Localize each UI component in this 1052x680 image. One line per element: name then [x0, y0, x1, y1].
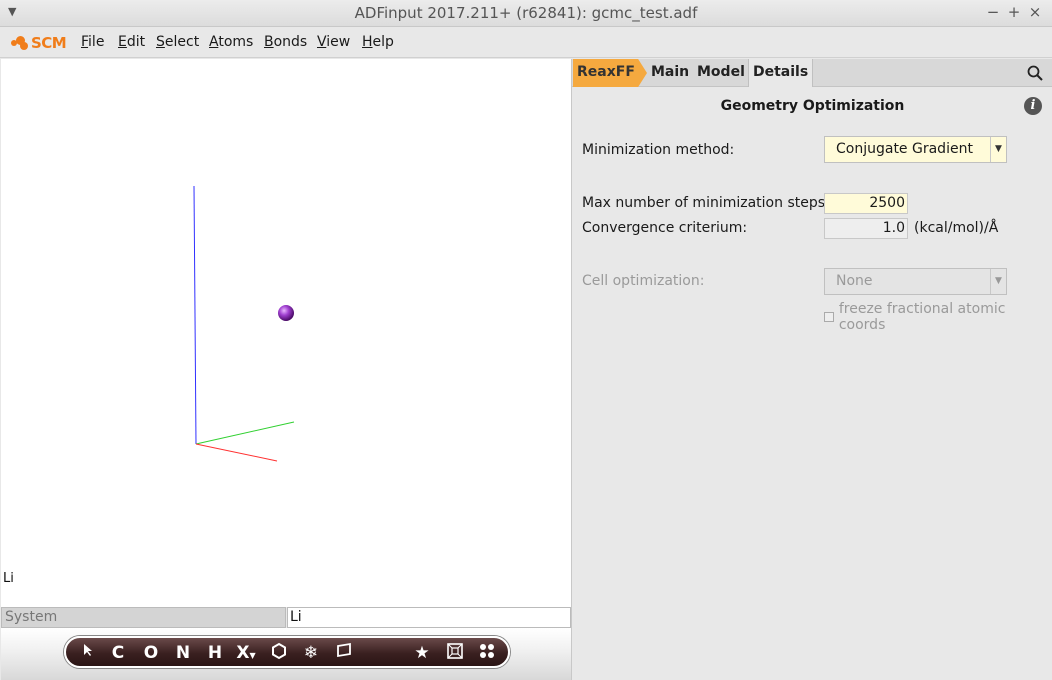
box-tool-icon[interactable]: [443, 642, 467, 666]
cell-optimization-select[interactable]: None ▼: [824, 268, 1007, 295]
statusbar: System Li: [1, 607, 571, 628]
menu-help[interactable]: Help: [362, 34, 394, 50]
cursor-tool-icon[interactable]: [76, 642, 100, 664]
menubar: SCM File Edit Select Atoms Bonds View He…: [0, 28, 1052, 58]
menu-edit[interactable]: Edit: [118, 34, 145, 50]
carbon-tool[interactable]: C: [106, 642, 130, 664]
cell-optimization-label: Cell optimization:: [582, 273, 705, 289]
hydrogen-tool[interactable]: H: [203, 642, 227, 664]
minimization-method-select[interactable]: Conjugate Gradient ▼: [824, 136, 1007, 163]
convergence-unit: (kcal/mol)/Å: [914, 220, 999, 236]
snowflake-tool-icon[interactable]: ❄: [299, 642, 323, 664]
tab-reaxff[interactable]: ReaxFF: [573, 59, 647, 87]
maximize-button[interactable]: +: [1006, 3, 1022, 21]
minimize-button[interactable]: −: [985, 3, 1001, 21]
tab-details[interactable]: Details: [748, 59, 814, 87]
minimization-method-label: Minimization method:: [582, 142, 735, 158]
scm-logo[interactable]: SCM: [11, 34, 67, 52]
molecule-tool-icon[interactable]: [475, 642, 499, 666]
oxygen-tool[interactable]: O: [139, 642, 163, 664]
convergence-label: Convergence criterium:: [582, 220, 748, 236]
nitrogen-tool[interactable]: N: [171, 642, 195, 664]
y-axis: [195, 421, 295, 445]
close-button[interactable]: ×: [1027, 3, 1043, 21]
menu-view[interactable]: View: [317, 34, 350, 50]
tab-model[interactable]: Model: [697, 59, 745, 87]
status-system: System: [1, 607, 286, 628]
star-tool-icon[interactable]: ★: [410, 642, 434, 664]
section-heading: Geometry Optimization: [720, 98, 905, 114]
window-titlebar: ▼ ADFinput 2017.211+ (r62841): gcmc_test…: [0, 0, 1052, 27]
ring-tool-icon[interactable]: [267, 642, 291, 666]
convergence-input[interactable]: 1.0: [824, 218, 908, 239]
other-element-tool[interactable]: X▼: [234, 642, 258, 667]
freeze-coords-row: freeze fractional atomic coords: [824, 301, 1052, 333]
menu-file[interactable]: File: [81, 34, 104, 50]
menu-atoms[interactable]: Atoms: [209, 34, 253, 50]
tab-main[interactable]: Main: [651, 59, 689, 87]
window-title: ADFinput 2017.211+ (r62841): gcmc_test.a…: [354, 4, 698, 22]
minimization-method-value: Conjugate Gradient: [836, 141, 973, 157]
cell-optimization-value: None: [836, 273, 873, 289]
max-steps-input[interactable]: 2500: [824, 193, 908, 214]
menu-bonds[interactable]: Bonds: [264, 34, 307, 50]
z-axis: [193, 185, 197, 445]
scm-logo-icon: [11, 36, 31, 50]
viewport-canvas[interactable]: [1, 59, 571, 607]
search-icon[interactable]: [1027, 65, 1043, 85]
chevron-down-icon[interactable]: ▼: [990, 137, 1006, 162]
tool-area: C O N H X▼ ❄ ★: [1, 628, 571, 680]
molecule-viewport[interactable]: Li: [1, 59, 571, 607]
freeze-coords-label: freeze fractional atomic coords: [838, 301, 1006, 333]
status-selection: Li: [287, 607, 571, 628]
max-steps-label: Max number of minimization steps:: [582, 195, 830, 211]
panel-tabbar: ReaxFF Main Model Details: [572, 59, 1052, 87]
selected-atom-label: Li: [3, 571, 14, 586]
info-icon[interactable]: i: [1024, 97, 1042, 115]
chevron-down-icon[interactable]: ▼: [990, 269, 1006, 294]
build-toolbar: C O N H X▼ ❄ ★: [64, 636, 510, 668]
details-panel: ReaxFF Main Model Details Geometry Optim…: [571, 59, 1052, 680]
plane-tool-icon[interactable]: [332, 642, 356, 664]
x-axis: [195, 443, 278, 462]
scm-logo-text: SCM: [31, 34, 67, 52]
menu-select[interactable]: Select: [156, 34, 199, 50]
freeze-coords-checkbox[interactable]: [824, 312, 834, 322]
lithium-atom: [278, 305, 294, 321]
